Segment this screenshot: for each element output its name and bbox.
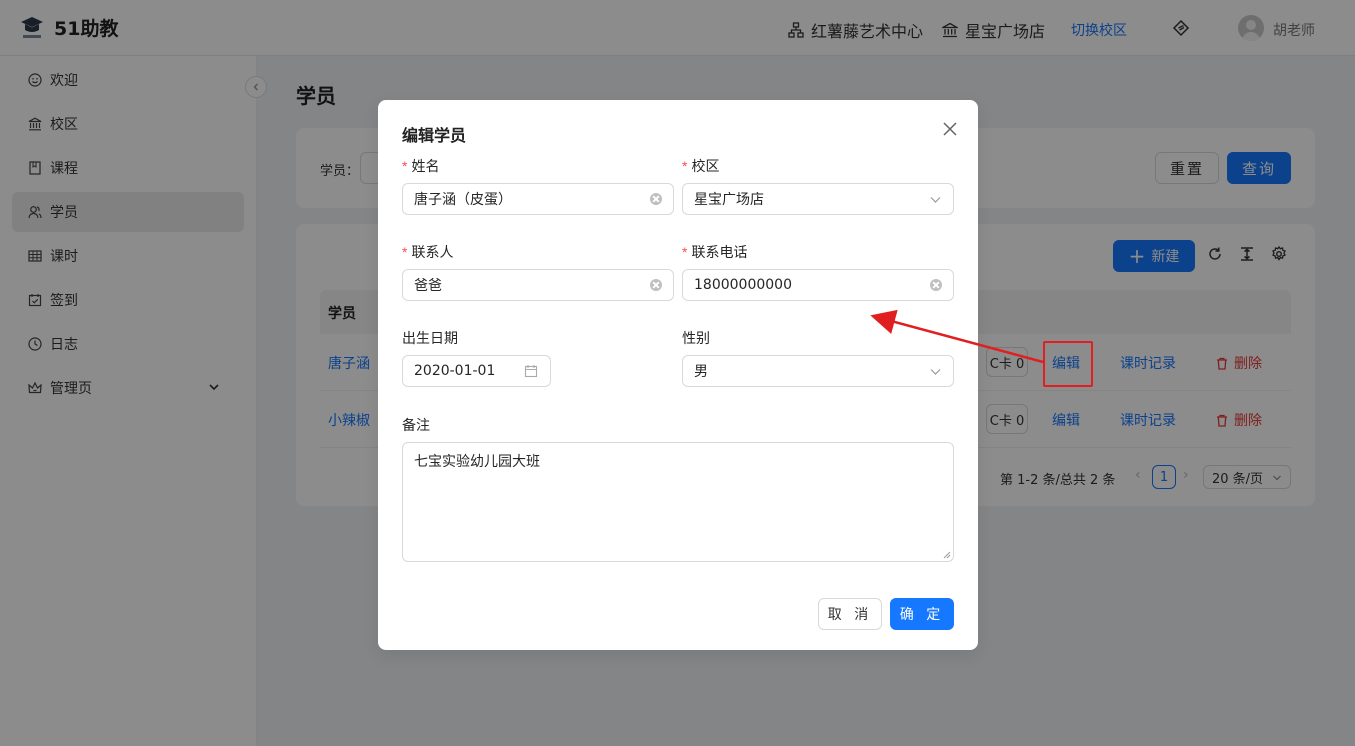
contact-label: * 联系人 bbox=[402, 244, 454, 261]
chevron-down-icon bbox=[930, 197, 941, 203]
modal-title: 编辑学员 bbox=[402, 126, 467, 145]
cancel-button[interactable]: 取 消 bbox=[818, 598, 882, 630]
campus-label: * 校区 bbox=[682, 158, 720, 175]
phone-input[interactable]: 18000000000 bbox=[682, 269, 954, 301]
name-input[interactable]: 唐子涵（皮蛋） bbox=[402, 183, 674, 215]
confirm-button[interactable]: 确 定 bbox=[890, 598, 954, 630]
birth-label: 出生日期 bbox=[402, 331, 458, 347]
annotation-highlight-box bbox=[1043, 341, 1093, 387]
phone-value: 18000000000 bbox=[694, 277, 792, 293]
resize-grip-icon[interactable] bbox=[943, 551, 951, 559]
note-label: 备注 bbox=[402, 418, 430, 434]
close-icon[interactable] bbox=[941, 120, 959, 138]
name-label: * 姓名 bbox=[402, 158, 440, 175]
birth-value: 2020-01-01 bbox=[414, 363, 496, 379]
campus-value: 星宝广场店 bbox=[694, 192, 764, 208]
note-value: 七宝实验幼儿园大班 bbox=[414, 454, 540, 470]
name-value: 唐子涵（皮蛋） bbox=[414, 192, 512, 208]
clear-icon[interactable] bbox=[650, 279, 662, 291]
phone-label: * 联系电话 bbox=[682, 244, 748, 261]
gender-value: 男 bbox=[694, 364, 708, 380]
campus-select[interactable]: 星宝广场店 bbox=[682, 183, 954, 215]
contact-value: 爸爸 bbox=[414, 278, 442, 294]
calendar-icon bbox=[524, 365, 538, 378]
note-textarea[interactable]: 七宝实验幼儿园大班 bbox=[402, 442, 954, 562]
clear-icon[interactable] bbox=[650, 193, 662, 205]
gender-select[interactable]: 男 bbox=[682, 355, 954, 387]
birth-date-picker[interactable]: 2020-01-01 bbox=[402, 355, 551, 387]
chevron-down-icon bbox=[930, 369, 941, 375]
gender-label: 性别 bbox=[682, 331, 710, 347]
clear-icon[interactable] bbox=[930, 279, 942, 291]
edit-student-modal: 编辑学员 * 姓名 唐子涵（皮蛋） * 校区 星宝广场店 * 联系人 爸爸 * 联系电话… bbox=[378, 100, 978, 650]
contact-input[interactable]: 爸爸 bbox=[402, 269, 674, 301]
